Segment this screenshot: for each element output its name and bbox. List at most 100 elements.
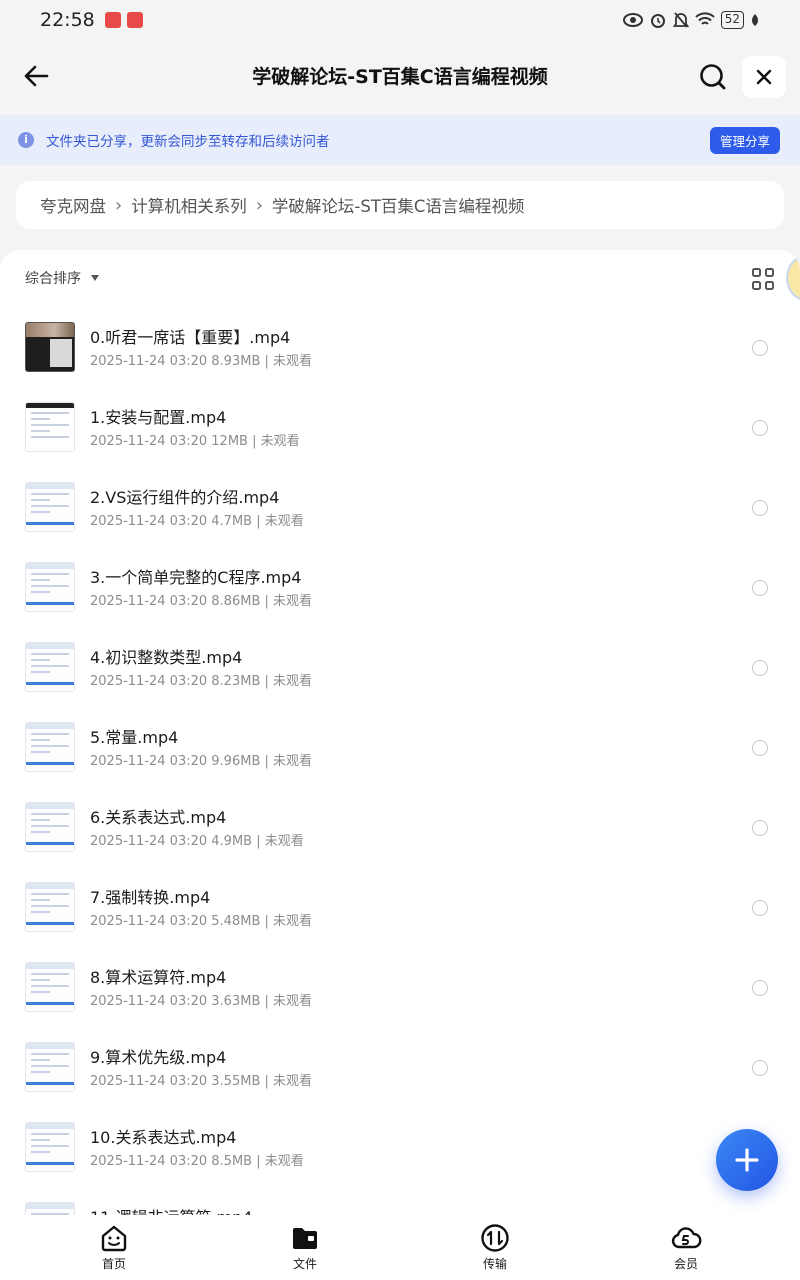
file-meta: 2025-11-24 03:20 8.5MB | 未观看 bbox=[90, 1154, 304, 1169]
status-time: 22:58 bbox=[40, 9, 95, 31]
grid-icon bbox=[752, 268, 761, 277]
chevron-right-icon: › bbox=[115, 194, 123, 216]
video-thumbnail bbox=[25, 802, 75, 852]
notification-icon bbox=[104, 12, 121, 28]
select-checkbox[interactable] bbox=[752, 580, 768, 596]
wifi-icon bbox=[695, 12, 715, 25]
chevron-right-icon: › bbox=[255, 194, 263, 216]
status-icons: 52 bbox=[622, 11, 760, 29]
share-banner-text: 文件夹已分享，更新会同步至转存和后续访问者 bbox=[46, 134, 330, 150]
grid-icon bbox=[752, 281, 761, 290]
file-name: 2.VS运行组件的介绍.mp4 bbox=[90, 488, 280, 507]
grid-icon bbox=[765, 268, 774, 277]
close-button[interactable] bbox=[742, 56, 786, 98]
tab-member[interactable]: 会员 bbox=[646, 1223, 726, 1272]
file-name: 10.关系表达式.mp4 bbox=[90, 1128, 237, 1147]
file-row[interactable]: 1.安装与配置.mp4 2025-11-24 03:20 12MB | 未观看 bbox=[0, 400, 800, 480]
grid-view-toggle[interactable] bbox=[752, 268, 774, 290]
folder-icon bbox=[293, 1228, 317, 1249]
file-row[interactable]: 11.逻辑非运算符.mp4 bbox=[0, 1200, 800, 1215]
select-checkbox[interactable] bbox=[752, 740, 768, 756]
sort-label: 综合排序 bbox=[25, 271, 81, 287]
video-thumbnail bbox=[25, 482, 75, 532]
alarm-icon bbox=[650, 14, 665, 28]
file-meta: 2025-11-24 03:20 9.96MB | 未观看 bbox=[90, 754, 313, 769]
file-meta: 2025-11-24 03:20 12MB | 未观看 bbox=[90, 434, 300, 449]
file-name: 3.一个简单完整的C程序.mp4 bbox=[90, 568, 302, 587]
tab-home[interactable]: 首页 bbox=[74, 1223, 154, 1272]
breadcrumb-item-parent[interactable]: 计算机相关系列 bbox=[131, 193, 247, 217]
breadcrumb-item-root[interactable]: 夸克网盘 bbox=[40, 193, 106, 217]
notification-icon bbox=[126, 12, 143, 28]
transfer-icon bbox=[481, 1224, 509, 1252]
grid-icon bbox=[765, 281, 774, 290]
file-meta: 2025-11-24 03:20 5.48MB | 未观看 bbox=[90, 914, 313, 929]
close-icon bbox=[756, 69, 772, 85]
file-meta: 2025-11-24 03:20 4.9MB | 未观看 bbox=[90, 834, 304, 849]
file-name: 1.安装与配置.mp4 bbox=[90, 408, 227, 427]
select-checkbox[interactable] bbox=[752, 980, 768, 996]
file-row[interactable]: 7.强制转换.mp4 2025-11-24 03:20 5.48MB | 未观看 bbox=[0, 880, 800, 960]
file-row[interactable]: 0.听君一席话【重要】.mp4 2025-11-24 03:20 8.93MB |… bbox=[0, 320, 800, 400]
select-checkbox[interactable] bbox=[752, 1060, 768, 1076]
add-button[interactable] bbox=[716, 1129, 778, 1191]
file-row[interactable]: 4.初识整数类型.mp4 2025-11-24 03:20 8.23MB | 未观… bbox=[0, 640, 800, 720]
select-checkbox[interactable] bbox=[752, 900, 768, 916]
file-row[interactable]: 10.关系表达式.mp4 2025-11-24 03:20 8.5MB | 未观看 bbox=[0, 1120, 800, 1200]
tab-label: 文件 bbox=[292, 1257, 317, 1271]
video-thumbnail bbox=[25, 722, 75, 772]
caret-down-icon bbox=[91, 275, 99, 281]
search-button[interactable] bbox=[696, 60, 730, 94]
tab-label: 首页 bbox=[101, 1257, 126, 1271]
video-thumbnail bbox=[25, 322, 75, 372]
video-thumbnail bbox=[25, 1122, 75, 1172]
select-checkbox[interactable] bbox=[752, 820, 768, 836]
search-icon bbox=[700, 64, 726, 90]
leaf-icon bbox=[752, 14, 758, 26]
file-meta: 2025-11-24 03:20 3.63MB | 未观看 bbox=[90, 994, 313, 1009]
file-name: 8.算术运算符.mp4 bbox=[90, 968, 227, 987]
select-checkbox[interactable] bbox=[752, 500, 768, 516]
video-thumbnail bbox=[25, 882, 75, 932]
nav-bar: 学破解论坛-ST百集C语言编程视频 bbox=[0, 40, 800, 114]
battery-indicator: 52 bbox=[720, 11, 744, 29]
file-name: 0.听君一席话【重要】.mp4 bbox=[90, 328, 291, 347]
file-row[interactable]: 2.VS运行组件的介绍.mp4 2025-11-24 03:20 4.7MB | … bbox=[0, 480, 800, 560]
tab-transfer[interactable]: 传输 bbox=[455, 1223, 535, 1272]
plus-icon bbox=[735, 1148, 759, 1172]
video-thumbnail bbox=[25, 962, 75, 1012]
file-name: 9.算术优先级.mp4 bbox=[90, 1048, 227, 1067]
floating-assistant-icon[interactable] bbox=[786, 255, 800, 301]
member-cloud-icon bbox=[671, 1227, 702, 1249]
file-row[interactable]: 6.关系表达式.mp4 2025-11-24 03:20 4.9MB | 未观看 bbox=[0, 800, 800, 880]
eye-icon bbox=[622, 13, 643, 27]
select-checkbox[interactable] bbox=[752, 340, 768, 356]
page-title: 学破解论坛-ST百集C语言编程视频 bbox=[252, 66, 548, 88]
select-checkbox[interactable] bbox=[752, 660, 768, 676]
file-name: 6.关系表达式.mp4 bbox=[90, 808, 227, 827]
file-row[interactable]: 3.一个简单完整的C程序.mp4 2025-11-24 03:20 8.86MB … bbox=[0, 560, 800, 640]
manage-share-button[interactable]: 管理分享 bbox=[710, 127, 780, 154]
breadcrumb: 夸克网盘 › 计算机相关系列 › 学破解论坛-ST百集C语言编程视频 bbox=[16, 181, 784, 229]
file-meta: 2025-11-24 03:20 8.23MB | 未观看 bbox=[90, 674, 313, 689]
tab-label: 会员 bbox=[673, 1257, 698, 1271]
sort-dropdown[interactable]: 综合排序 bbox=[25, 268, 99, 288]
file-meta: 2025-11-24 03:20 8.93MB | 未观看 bbox=[90, 354, 313, 369]
file-list-card: 综合排序 0.听君一席话【重要】.mp4 2025-11-24 03:20 8.9… bbox=[0, 250, 800, 1215]
file-meta: 2025-11-24 03:20 8.86MB | 未观看 bbox=[90, 594, 313, 609]
file-row[interactable]: 5.常量.mp4 2025-11-24 03:20 9.96MB | 未观看 bbox=[0, 720, 800, 800]
bottom-tab-bar: 首页 文件 传输 会员 bbox=[0, 1215, 800, 1280]
file-list: 0.听君一席话【重要】.mp4 2025-11-24 03:20 8.93MB |… bbox=[0, 320, 800, 1215]
file-row[interactable]: 8.算术运算符.mp4 2025-11-24 03:20 3.63MB | 未观看 bbox=[0, 960, 800, 1040]
mute-bell-icon bbox=[672, 12, 689, 28]
select-checkbox[interactable] bbox=[752, 420, 768, 436]
status-bar: 22:58 52 bbox=[0, 0, 800, 40]
video-thumbnail bbox=[25, 642, 75, 692]
file-meta: 2025-11-24 03:20 3.55MB | 未观看 bbox=[90, 1074, 313, 1089]
video-thumbnail bbox=[25, 1202, 75, 1215]
tab-label: 传输 bbox=[482, 1257, 507, 1271]
file-row[interactable]: 9.算术优先级.mp4 2025-11-24 03:20 3.55MB | 未观看 bbox=[0, 1040, 800, 1120]
file-name: 4.初识整数类型.mp4 bbox=[90, 648, 243, 667]
tab-files[interactable]: 文件 bbox=[265, 1223, 345, 1272]
video-thumbnail bbox=[25, 402, 75, 452]
